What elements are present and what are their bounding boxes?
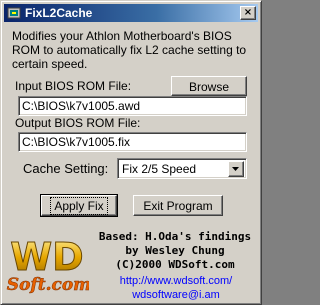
exit-program-button-label: Exit Program	[143, 199, 213, 213]
input-file-field[interactable]: C:\BIOS\k7v1005.awd	[18, 96, 247, 116]
browse-button-label: Browse	[188, 80, 229, 94]
logo-wd-text: WD	[10, 235, 83, 279]
close-icon: ×	[243, 7, 253, 18]
chevron-down-icon	[232, 167, 239, 171]
dropdown-button[interactable]	[228, 161, 244, 177]
app-window: FixL2Cache × Modifies your Athlon Mother…	[0, 0, 262, 305]
exit-program-button[interactable]: Exit Program	[133, 195, 223, 216]
window-title: FixL2Cache	[25, 6, 93, 20]
browse-button[interactable]: Browse	[171, 76, 247, 96]
website-link[interactable]: http://www.wdsoft.com/	[101, 275, 251, 287]
credit-line-3: (C)2000 WDSoft.com	[115, 258, 235, 271]
cache-setting-label: Cache Setting:	[23, 161, 109, 176]
apply-fix-button[interactable]: Apply Fix	[40, 194, 118, 217]
output-file-label: Output BIOS ROM File:	[15, 116, 141, 130]
logo-soft-text: Soft.com	[7, 275, 89, 295]
credit-line-2: by Wesley Chung	[125, 244, 225, 257]
output-file-field[interactable]: C:\BIOS\k7v1005.fix	[18, 132, 247, 152]
cache-setting-select[interactable]: Fix 2/5 Speed	[117, 158, 247, 179]
app-icon	[7, 7, 21, 19]
description-text: Modifies your Athlon Motherboard's BIOS …	[12, 29, 247, 71]
apply-fix-button-label: Apply Fix	[50, 197, 108, 215]
input-file-label: Input BIOS ROM File:	[15, 79, 132, 93]
title-bar[interactable]: FixL2Cache ×	[4, 4, 258, 22]
email-link[interactable]: wdsoftware@i.am	[101, 289, 251, 301]
credit-line-1: Based: H.Oda's findings	[98, 230, 252, 243]
cache-setting-value: Fix 2/5 Speed	[122, 162, 197, 176]
wdsoft-logo: WD Soft.com	[7, 235, 89, 296]
close-button[interactable]: ×	[240, 6, 256, 20]
